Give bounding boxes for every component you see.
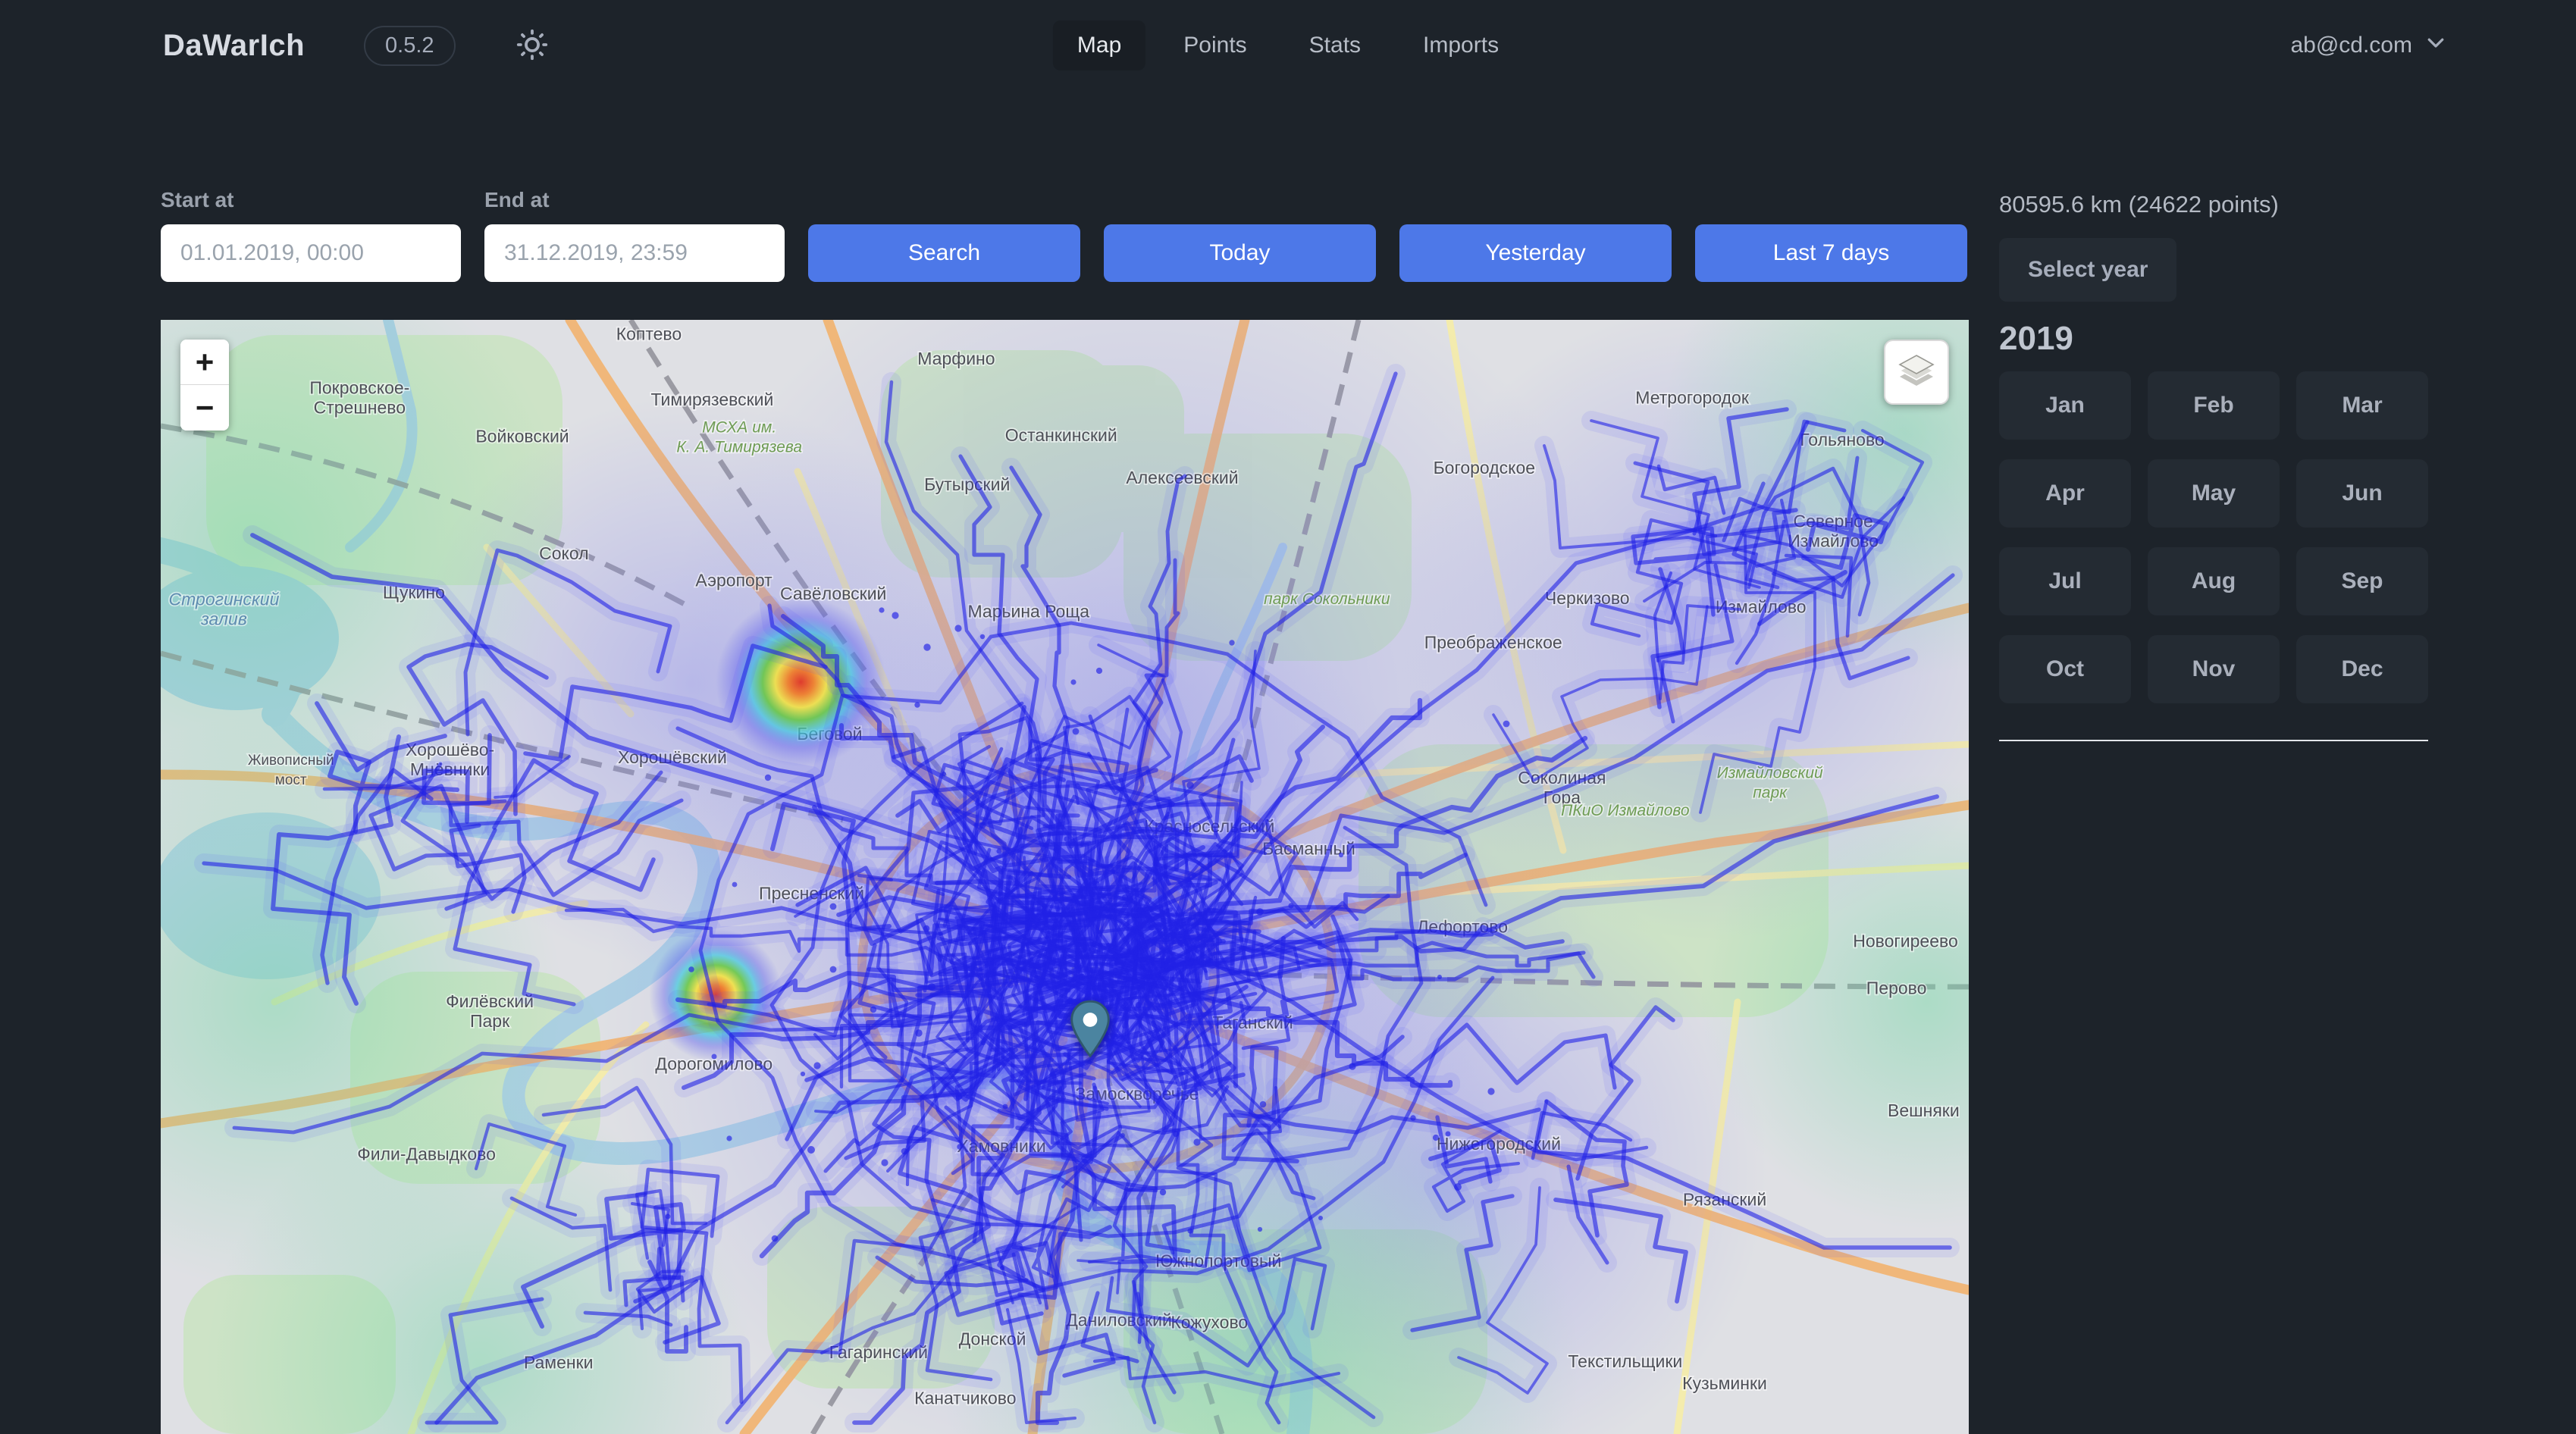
map-label: Кузьминки bbox=[1682, 1373, 1767, 1393]
month-oct[interactable]: Oct bbox=[1999, 635, 2131, 703]
map-tiles: Покровское-Стрешнево Коптево Тимирязевский… bbox=[161, 320, 1969, 1434]
zoom-in-button[interactable]: + bbox=[180, 340, 229, 385]
app-logo[interactable]: DaWarIch bbox=[163, 29, 305, 63]
month-grid: JanFebMar AprMayJun JulAugSep OctNovDec bbox=[1999, 371, 2428, 703]
user-menu[interactable]: ab@cd.com bbox=[2290, 0, 2447, 91]
month-jun[interactable]: Jun bbox=[2296, 459, 2428, 528]
month-mar[interactable]: Mar bbox=[2296, 371, 2428, 440]
nav-stats[interactable]: Stats bbox=[1285, 20, 1385, 70]
month-feb[interactable]: Feb bbox=[2148, 371, 2280, 440]
month-nov[interactable]: Nov bbox=[2148, 635, 2280, 703]
map-label: Аэропорт bbox=[695, 570, 772, 590]
yesterday-button[interactable]: Yesterday bbox=[1399, 224, 1672, 282]
map-label: Войковский bbox=[475, 427, 569, 446]
map-canvas[interactable]: Покровское-Стрешнево Коптево Тимирязевский… bbox=[161, 320, 1969, 1434]
zoom-out-button[interactable]: − bbox=[180, 385, 229, 431]
user-email: ab@cd.com bbox=[2290, 33, 2412, 58]
panel-divider bbox=[1999, 740, 2428, 741]
map-label: Тимирязевский bbox=[651, 390, 774, 409]
today-button[interactable]: Today bbox=[1104, 224, 1376, 282]
map-label: Метрогородок bbox=[1635, 387, 1750, 407]
map-layers-control[interactable] bbox=[1884, 340, 1949, 405]
map-label: Богородское bbox=[1434, 458, 1535, 477]
distance-stats: 80595.6 km (24622 points) bbox=[1999, 191, 2428, 218]
main-nav: Map Points Stats Imports bbox=[1053, 0, 1523, 91]
map-label: Вешняки bbox=[1888, 1101, 1960, 1120]
start-at-input[interactable] bbox=[161, 224, 461, 282]
month-apr[interactable]: Apr bbox=[1999, 459, 2131, 528]
map-label: Текстильщики bbox=[1568, 1351, 1682, 1371]
map-label: ПКиО Измайлово bbox=[1561, 802, 1690, 819]
sidebar: 80595.6 km (24622 points) Select year 20… bbox=[1999, 191, 2428, 741]
map-label: Останкинский bbox=[1005, 425, 1117, 445]
start-at-label: Start at bbox=[161, 188, 461, 212]
sun-icon bbox=[515, 27, 550, 64]
map-pin-icon bbox=[1070, 1000, 1111, 1057]
month-jul[interactable]: Jul bbox=[1999, 547, 2131, 615]
nav-map[interactable]: Map bbox=[1053, 20, 1145, 70]
map-label: Перово bbox=[1866, 978, 1927, 997]
nav-imports[interactable]: Imports bbox=[1399, 20, 1523, 70]
app-header: DaWarIch 0.5.2 Map Points Stats Imports ab@… bbox=[0, 0, 2576, 91]
map-label: Покровское-Стрешнево bbox=[309, 377, 409, 417]
map-marker[interactable] bbox=[1070, 1000, 1111, 1061]
search-button[interactable]: Search bbox=[808, 224, 1080, 282]
map-label: Новогиреево bbox=[1853, 931, 1958, 951]
map-label: Коптево bbox=[616, 324, 682, 343]
month-jan[interactable]: Jan bbox=[1999, 371, 2131, 440]
month-sep[interactable]: Sep bbox=[2296, 547, 2428, 615]
version-badge: 0.5.2 bbox=[364, 26, 456, 66]
end-at-label: End at bbox=[484, 188, 785, 212]
theme-toggle-button[interactable] bbox=[515, 27, 550, 64]
nav-points[interactable]: Points bbox=[1159, 20, 1271, 70]
map-zoom-control: + − bbox=[180, 340, 229, 431]
layers-icon bbox=[1897, 351, 1936, 394]
last-7-days-button[interactable]: Last 7 days bbox=[1695, 224, 1967, 282]
end-at-input[interactable] bbox=[484, 224, 785, 282]
select-year-button[interactable]: Select year bbox=[1999, 238, 2176, 302]
month-aug[interactable]: Aug bbox=[2148, 547, 2280, 615]
map-label: Марфино bbox=[917, 349, 995, 368]
chevron-down-icon bbox=[2424, 31, 2447, 60]
map-label: Канатчиково bbox=[914, 1388, 1016, 1407]
year-heading: 2019 bbox=[1999, 320, 2428, 358]
month-may[interactable]: May bbox=[2148, 459, 2280, 528]
filter-bar: Start at End at Search Today Yesterday L… bbox=[161, 188, 1967, 282]
month-dec[interactable]: Dec bbox=[2296, 635, 2428, 703]
